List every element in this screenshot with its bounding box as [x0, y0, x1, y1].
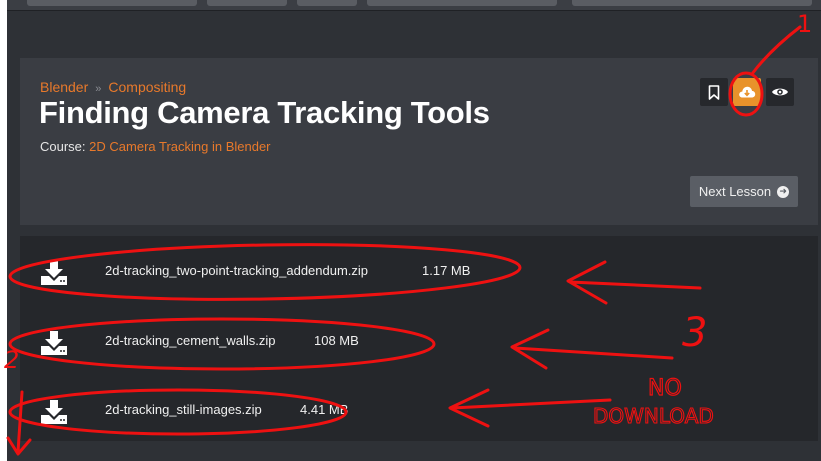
top-toolbar-strip [7, 0, 821, 11]
download-button[interactable] [733, 78, 761, 106]
course-line: Course: 2D Camera Tracking in Blender [40, 139, 271, 154]
file-row[interactable]: 2d-tracking_two-point-tracking_addendum.… [20, 252, 818, 292]
breadcrumb-separator: » [95, 83, 102, 95]
file-size: 1.17 MB [422, 263, 471, 278]
toolbar-fragment [297, 0, 357, 6]
file-row[interactable]: 2d-tracking_still-images.zip 4.41 MB [20, 391, 818, 431]
course-prefix: Course: [40, 139, 86, 154]
toolbar-fragment [367, 0, 557, 6]
toolbar-fragment [207, 0, 287, 6]
download-icon [41, 331, 67, 355]
watch-button[interactable] [766, 78, 794, 106]
next-lesson-label: Next Lesson [698, 184, 772, 199]
file-name[interactable]: 2d-tracking_two-point-tracking_addendum.… [105, 263, 368, 278]
file-row[interactable]: 2d-tracking_cement_walls.zip 108 MB [20, 322, 818, 362]
breadcrumb: Blender » Compositing [40, 79, 186, 95]
course-link[interactable]: 2D Camera Tracking in Blender [89, 139, 270, 154]
toolbar-fragment [27, 0, 197, 6]
bookmark-button[interactable] [700, 78, 728, 106]
download-icon [41, 400, 67, 424]
page-title: Finding Camera Tracking Tools [39, 95, 490, 130]
next-lesson-button[interactable]: Next Lesson ➜ [690, 176, 798, 207]
breadcrumb-link-blender[interactable]: Blender [40, 79, 88, 95]
toolbar-fragment [572, 0, 812, 6]
cloud-download-icon [739, 86, 756, 98]
bookmark-icon [708, 84, 720, 100]
eye-icon [772, 88, 788, 96]
file-name[interactable]: 2d-tracking_cement_walls.zip [105, 333, 276, 348]
file-size: 108 MB [314, 333, 359, 348]
file-size: 4.41 MB [300, 402, 349, 417]
breadcrumb-link-compositing[interactable]: Compositing [108, 79, 186, 95]
arrow-right-circle-icon: ➜ [777, 185, 790, 198]
file-name[interactable]: 2d-tracking_still-images.zip [105, 402, 262, 417]
download-icon [41, 261, 67, 285]
